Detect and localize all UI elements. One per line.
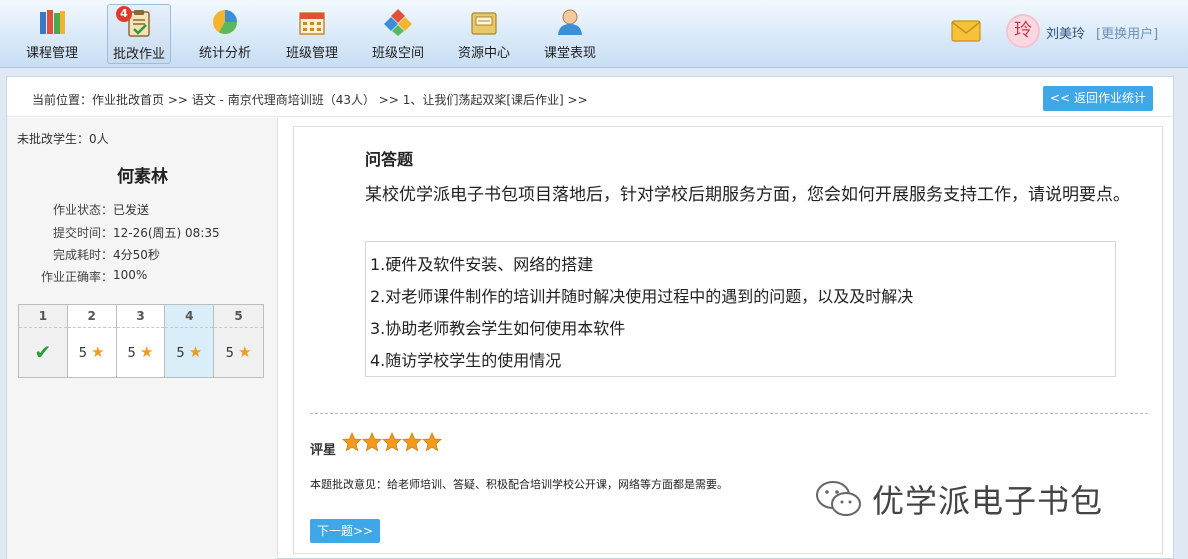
question-score: 5 <box>176 346 185 361</box>
grading-comment: 本题批改意见：给老师培训、答疑、积极配合培训学校公开课，网络等方面都是需要。 <box>310 478 728 491</box>
question-score: 5 <box>225 346 234 361</box>
info-key: 作业状态： <box>52 203 113 217</box>
nav-label: 课堂表现 <box>543 46 596 61</box>
nav-label: 统计分析 <box>198 46 251 61</box>
question-cell-5[interactable]: 5 5 ★ <box>214 305 263 377</box>
nav-class-performance[interactable]: 课堂表现 <box>538 4 602 64</box>
nav-label: 课程管理 <box>25 46 78 61</box>
nav-label: 班级空间 <box>371 46 424 61</box>
nav-label: 班级管理 <box>285 46 338 61</box>
question-number: 2 <box>67 305 116 328</box>
person-icon <box>555 8 585 36</box>
question-number: 4 <box>165 305 214 328</box>
folder-icon <box>469 8 499 36</box>
nav-label: 批改作业 <box>112 47 165 62</box>
student-panel: 未批改学生：0人 何素林 作业状态： 已发送 提交时间： 12-26(周五) 0… <box>7 118 278 559</box>
question-number: 5 <box>214 305 263 328</box>
star-icon[interactable] <box>402 431 422 453</box>
answer-box: 1.硬件及软件安装、网络的搭建 2.对老师课件制作的培训并随时解决使用过程中的遇… <box>365 241 1116 377</box>
question-score: 5 <box>78 346 88 361</box>
mail-icon[interactable] <box>951 20 981 42</box>
nav-label: 资源中心 <box>457 46 510 61</box>
info-value: 100% <box>113 268 148 282</box>
student-name: 何素林 <box>117 167 168 187</box>
rating-stars[interactable] <box>342 431 442 453</box>
question-score: 5 <box>127 346 136 361</box>
nav-statistics[interactable]: 统计分析 <box>193 4 257 64</box>
info-key: 作业正确率： <box>40 270 113 284</box>
info-key: 完成耗时： <box>52 248 113 262</box>
star-icon[interactable] <box>362 431 382 453</box>
question-text: 某校优学派电子书包项目落地后，针对学校后期服务方面，您会如何开展服务支持工作，请… <box>365 185 1130 205</box>
info-key: 提交时间： <box>52 226 113 240</box>
breadcrumb: 当前位置：作业批改首页 >> 语文 - 南京代理商培训班（43人） >> 1、让… <box>32 93 588 107</box>
star-icon[interactable] <box>422 431 442 453</box>
back-to-stats-button[interactable]: << 返回作业统计 <box>1043 86 1153 111</box>
switch-user-link[interactable]: [更换用户] <box>1096 23 1158 42</box>
nav-course-management[interactable]: 课程管理 <box>20 4 84 64</box>
calendar-icon <box>297 8 327 36</box>
nav-grade-homework[interactable]: 4 批改作业 <box>107 4 171 64</box>
question-number: 3 <box>116 305 165 328</box>
star-icon[interactable] <box>342 431 362 453</box>
star-icon: ★ <box>139 343 154 361</box>
books-icon <box>37 8 67 36</box>
wechat-icon <box>816 481 861 516</box>
watermark: 优学派电子书包 <box>814 477 1103 521</box>
clipboard-check-icon: 4 <box>116 6 154 37</box>
ungraded-count: 未批改学生：0人 <box>17 132 109 146</box>
breadcrumb-bar: 当前位置：作业批改首页 >> 语文 - 南京代理商培训班（43人） >> 1、让… <box>7 77 1173 117</box>
question-cell-2[interactable]: 2 5 ★ <box>67 305 117 377</box>
info-value: 4分50秒 <box>113 248 160 262</box>
main-panel: 当前位置：作业批改首页 >> 语文 - 南京代理商培训班（43人） >> 1、让… <box>6 76 1174 559</box>
next-question-button[interactable]: 下一题>> <box>310 519 380 543</box>
info-value: 已发送 <box>113 203 150 217</box>
question-content: 问答题 某校优学派电子书包项目落地后，针对学校后期服务方面，您会如何开展服务支持… <box>293 126 1163 554</box>
top-nav: 课程管理 4 批改作业 统计分析 班级管理 班级空间 资源中心 课堂表现 玲 刘… <box>0 0 1188 68</box>
question-number: 1 <box>19 305 67 328</box>
star-icon: ★ <box>238 343 252 361</box>
star-icon: ★ <box>91 343 105 361</box>
question-type: 问答题 <box>365 150 414 169</box>
answer-line: 3.协助老师教会学生如何使用本软件 <box>370 319 626 338</box>
question-grid: 1 ✔ 2 5 ★ 3 5 ★ 4 5 ★ 5 5 ★ <box>18 304 264 378</box>
nav-resource-center[interactable]: 资源中心 <box>452 4 516 64</box>
checkmark-icon: ✔ <box>34 340 52 364</box>
answer-line: 4.随访学校学生的使用情况 <box>370 351 562 370</box>
answer-line: 1.硬件及软件安装、网络的搭建 <box>370 255 594 274</box>
nav-class-management[interactable]: 班级管理 <box>280 4 344 64</box>
answer-line: 2.对老师课件制作的培训并随时解决使用过程中的遇到的问题，以及及时解决 <box>370 287 914 306</box>
question-cell-1[interactable]: 1 ✔ <box>19 305 68 377</box>
star-icon[interactable] <box>382 431 402 453</box>
username: 刘美玲 <box>1046 27 1086 42</box>
blocks-icon <box>383 8 413 36</box>
nav-class-space[interactable]: 班级空间 <box>366 4 430 64</box>
info-value: 12-26(周五) 08:35 <box>113 226 220 240</box>
avatar[interactable]: 玲 <box>1006 14 1040 48</box>
question-cell-3[interactable]: 3 5 ★ <box>116 305 166 377</box>
notification-badge: 4 <box>116 6 132 22</box>
pie-chart-icon <box>210 8 240 36</box>
watermark-text: 优学派电子书包 <box>872 482 1104 520</box>
question-cell-4[interactable]: 4 5 ★ <box>165 305 215 377</box>
divider <box>310 413 1148 414</box>
star-icon: ★ <box>188 343 203 361</box>
rating-label: 评星 <box>310 443 337 458</box>
